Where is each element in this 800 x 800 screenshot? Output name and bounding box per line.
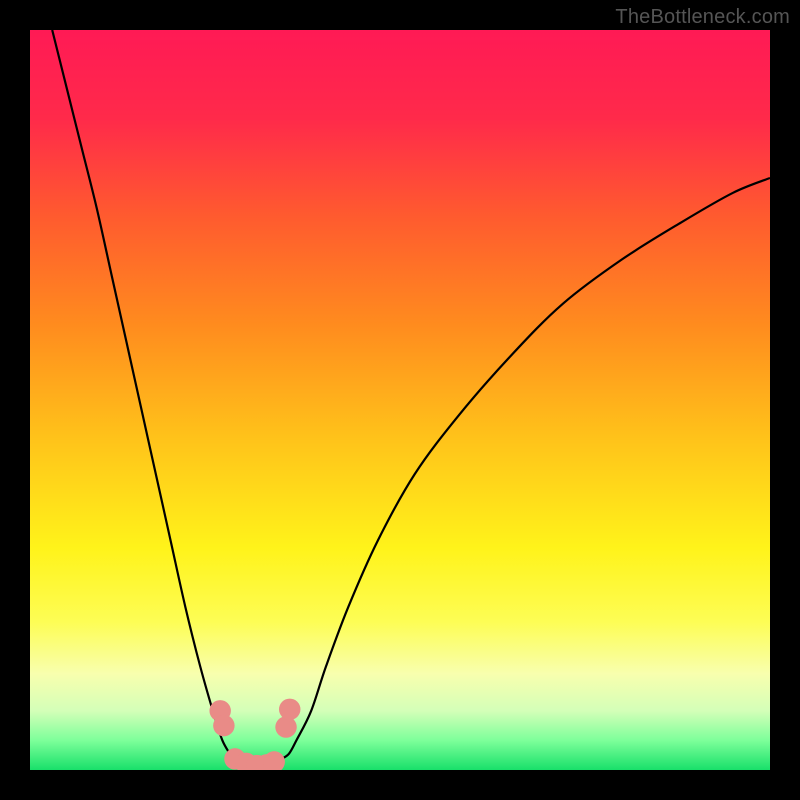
marker-right-outer [279, 699, 300, 720]
marker-right-inner [275, 716, 296, 737]
chart-plot-area [30, 30, 770, 770]
brand-watermark: TheBottleneck.com [615, 6, 790, 29]
chart-svg [30, 30, 770, 770]
chart-background-gradient [30, 30, 770, 770]
marker-left-inner [213, 715, 234, 736]
